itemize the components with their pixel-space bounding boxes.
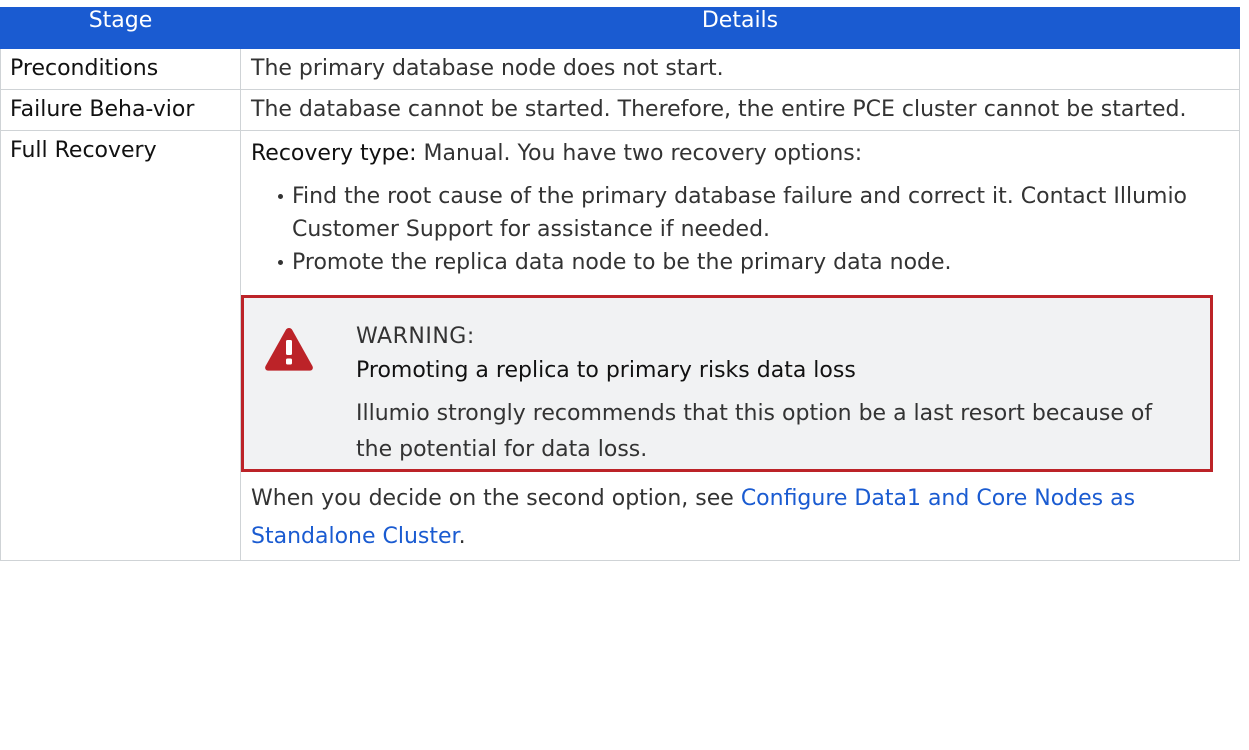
warning-callout: WARNING: Promoting a replica to primary … <box>241 295 1213 472</box>
details-cell-full-recovery: Recovery type: Manual. You have two reco… <box>240 130 1240 561</box>
closing-end: . <box>458 524 466 549</box>
closing-text: When you decide on the second option, se… <box>251 486 741 511</box>
list-item: Find the root cause of the primary datab… <box>278 180 1229 246</box>
closing-paragraph: When you decide on the second option, se… <box>251 480 1229 556</box>
recovery-options-list: Find the root cause of the primary datab… <box>251 180 1229 279</box>
warning-body: Illumio strongly recommends that this op… <box>356 401 1153 462</box>
stage-label: Failure Beha-vior <box>10 97 195 122</box>
table-row: Full Recovery Recovery type: Manual. You… <box>0 130 1240 561</box>
header-stage: Stage <box>0 7 241 49</box>
stage-cell-preconditions: Preconditions <box>0 48 241 90</box>
details-cell-preconditions: The primary database node does not start… <box>240 48 1240 90</box>
details-cell-failure-behavior: The database cannot be started. Therefor… <box>240 89 1240 131</box>
list-item: Promote the replica data node to be the … <box>278 246 1229 279</box>
recovery-type-label: Recovery type: <box>251 141 417 166</box>
warning-triangle-icon <box>265 328 313 371</box>
table-row: Preconditions The primary database node … <box>0 48 1240 90</box>
table-row: Failure Beha-vior The database cannot be… <box>0 89 1240 131</box>
recovery-type-text: Manual. You have two recovery options: <box>416 141 863 166</box>
failure-scenario-table: Stage Details Preconditions The primary … <box>0 7 1240 561</box>
table-header-row: Stage Details <box>0 7 1240 49</box>
header-details: Details <box>240 7 1240 49</box>
stage-cell-full-recovery: Full Recovery <box>0 130 241 561</box>
warning-title: Promoting a replica to primary risks dat… <box>356 358 856 383</box>
warning-heading: WARNING: <box>356 324 475 349</box>
stage-cell-failure-behavior: Failure Beha-vior <box>0 89 241 131</box>
recovery-type-line: Recovery type: Manual. You have two reco… <box>251 137 1229 170</box>
